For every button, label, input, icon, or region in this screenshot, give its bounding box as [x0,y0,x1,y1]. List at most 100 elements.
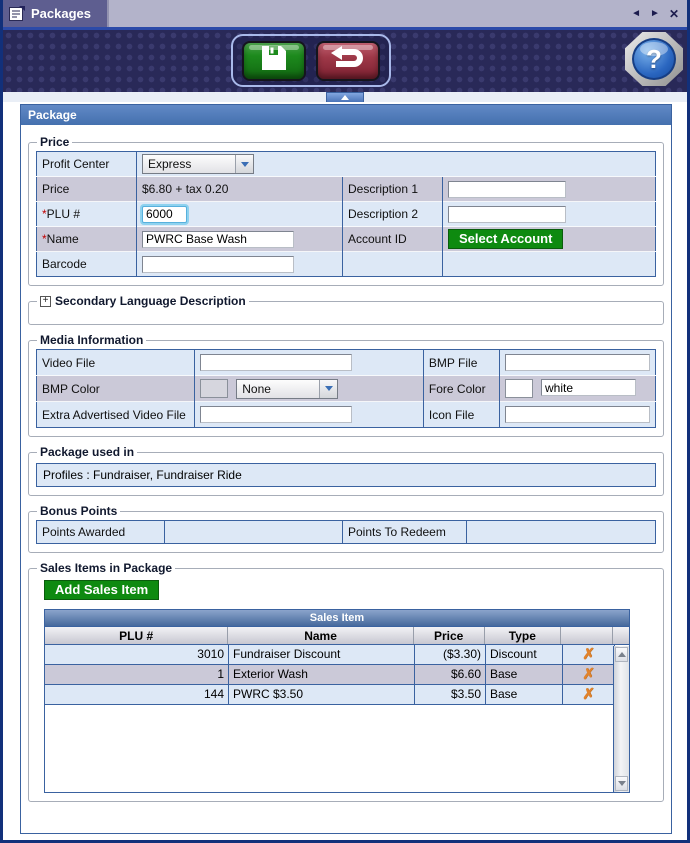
price-row: Price $6.80 + tax 0.20 Description 1 [37,177,656,202]
sales-item-table-header: Sales Item [45,610,629,627]
bmp-color-select[interactable]: None [236,379,338,399]
question-glyph: ? [646,46,662,72]
video-file-row: Video File BMP File [37,350,656,376]
tab-packages[interactable]: Packages [3,0,109,27]
extra-video-input[interactable] [200,406,352,423]
delete-row-icon[interactable]: ✗ [582,667,595,682]
select-account-button[interactable]: Select Account [448,229,563,249]
cell-plu: 1 [45,665,229,684]
collapse-toolbar-button[interactable] [326,92,364,102]
price-label: Price [37,177,137,202]
profit-center-select[interactable]: Express [142,154,254,174]
secondary-language-section: + Secondary Language Description [28,294,664,325]
delete-row-icon[interactable]: ✗ [582,687,595,702]
sales-items-section: Sales Items in Package Add Sales Item Sa… [28,561,664,802]
bmp-file-label: BMP File [423,350,499,376]
cell-plu: 144 [45,685,229,704]
column-header-type[interactable]: Type [485,627,562,644]
page-content: Package Price Profit Center Express [3,102,687,843]
table-scrollbar[interactable] [613,646,629,792]
points-to-redeem-label: Points To Redeem [343,521,467,544]
sales-item-row[interactable]: 3010 Fundraiser Discount ($3.30) Discoun… [45,645,615,665]
cell-name: PWRC $3.50 [229,685,415,704]
bonus-points-table: Points Awarded Points To Redeem [36,520,656,544]
description1-label: Description 1 [343,177,443,202]
fore-color-swatch[interactable] [505,379,533,398]
chevron-down-icon [235,155,253,173]
tab-strip-controls: ◄ ► ✕ [631,0,687,27]
scroll-tabs-right-icon[interactable]: ► [650,9,660,19]
bmp-file-input[interactable] [505,354,650,371]
delete-row-icon[interactable]: ✗ [582,647,595,662]
bmp-color-swatch[interactable] [200,379,228,398]
video-file-input[interactable] [200,354,352,371]
sales-item-row[interactable]: 144 PWRC $3.50 $3.50 Base ✗ [45,685,615,705]
account-id-label: Account ID [343,227,443,252]
sales-item-row[interactable]: 1 Exterior Wash $6.60 Base ✗ [45,665,615,685]
plu-row: *PLU # Description 2 [37,202,656,227]
media-section: Media Information Video File BMP File BM… [28,333,664,437]
secondary-language-legend: Secondary Language Description [55,294,246,308]
cell-type: Base [486,665,563,684]
name-row: *Name Account ID Select Account [37,227,656,252]
close-icon[interactable]: ✕ [669,8,679,20]
cell-price: $6.60 [415,665,486,684]
panel-collapse-strip [3,92,687,102]
plu-input[interactable] [142,206,187,223]
cell-price: ($3.30) [415,645,486,664]
scroll-down-button[interactable] [615,776,628,791]
plu-label: PLU # [47,207,80,221]
barcode-input[interactable] [142,256,294,273]
column-header-price[interactable]: Price [414,627,485,644]
price-legend: Price [37,135,72,149]
points-to-redeem-value [467,521,656,544]
save-button[interactable] [242,41,306,81]
toolbar: ? [3,30,687,92]
icon-file-input[interactable] [505,406,650,423]
help-button[interactable]: ? [625,32,683,86]
profit-center-row: Profit Center Express [37,152,656,177]
add-sales-item-button[interactable]: Add Sales Item [44,580,159,600]
column-header-name[interactable]: Name [228,627,413,644]
points-awarded-label: Points Awarded [37,521,165,544]
profit-center-value: Express [143,157,235,171]
media-table: Video File BMP File BMP Color None [36,349,656,428]
chevron-down-icon [319,380,337,398]
points-awarded-value [165,521,343,544]
price-section: Price Profit Center Express [28,135,664,286]
floppy-disk-icon [260,45,288,76]
cell-name: Fundraiser Discount [229,645,415,664]
description2-input[interactable] [448,206,566,223]
bmp-color-value: None [237,382,319,396]
cell-price: $3.50 [415,685,486,704]
column-header-plu[interactable]: PLU # [45,627,228,644]
scroll-tabs-left-icon[interactable]: ◄ [631,9,641,19]
document-edit-icon [9,6,25,21]
up-triangle-icon [341,95,349,100]
question-mark-icon: ? [625,32,683,86]
price-table: Profit Center Express Price $6.80 + tax … [36,151,656,277]
expand-section-button[interactable]: + [40,296,51,307]
name-input[interactable] [142,231,294,248]
scroll-up-button[interactable] [615,647,628,662]
icon-file-label: Icon File [423,402,499,428]
back-button[interactable] [316,41,380,81]
tab-strip: Packages ◄ ► ✕ [3,0,687,27]
package-used-in-section: Package used in Profiles : Fundraiser, F… [28,445,664,496]
description1-input[interactable] [448,181,566,198]
description2-label: Description 2 [343,202,443,227]
toolbar-button-group [231,34,391,87]
down-triangle-icon [618,781,626,786]
tab-label: Packages [31,6,91,21]
barcode-row: Barcode [37,252,656,277]
cell-type: Base [486,685,563,704]
extra-video-label: Extra Advertised Video File [37,402,195,428]
column-header-scrollbar [613,627,629,644]
bonus-points-legend: Bonus Points [37,504,120,518]
package-used-in-legend: Package used in [37,445,137,459]
fore-color-input[interactable] [541,379,636,396]
barcode-label: Barcode [37,252,137,277]
packages-window: Packages ◄ ► ✕ [0,0,690,843]
panel-title: Package [21,105,671,125]
up-triangle-icon [618,652,626,657]
